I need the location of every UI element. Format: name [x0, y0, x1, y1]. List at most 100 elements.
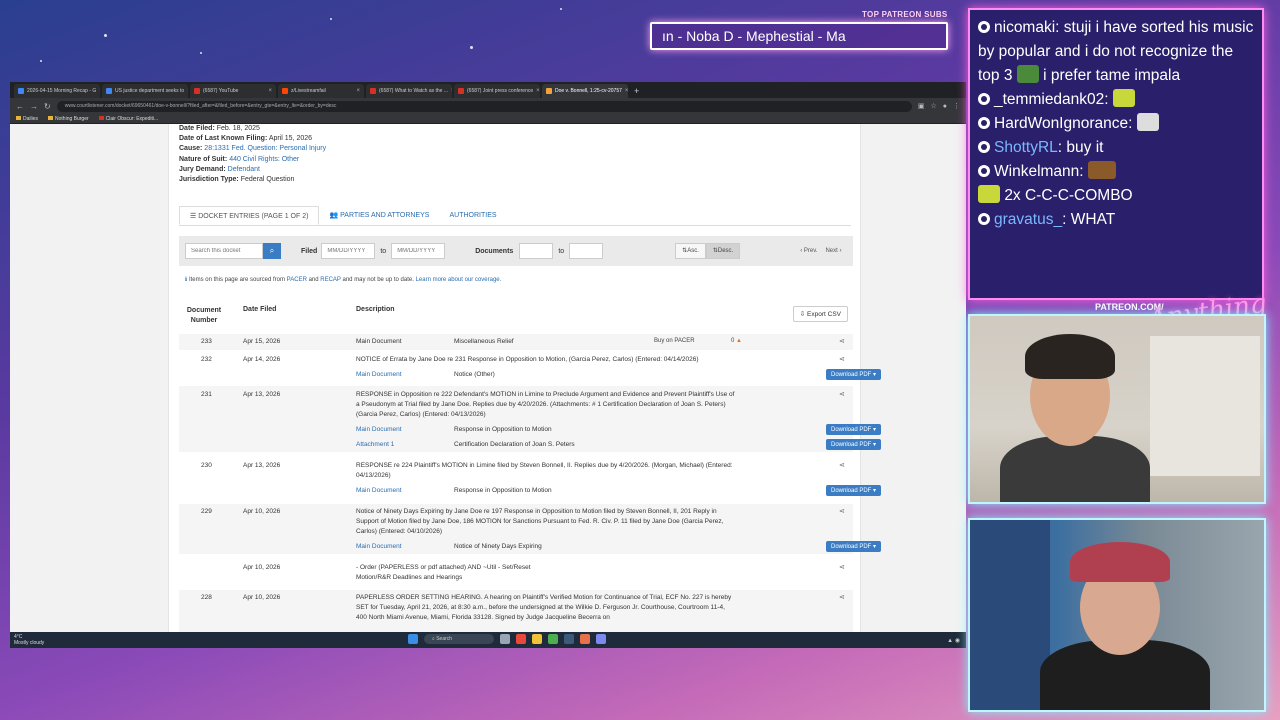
docket-search-input[interactable]: [185, 243, 263, 259]
file-explorer-icon[interactable]: [532, 634, 542, 644]
emote-icon: [1112, 89, 1135, 107]
new-tab-button[interactable]: +: [630, 84, 643, 98]
folder-icon: [48, 116, 54, 121]
document-entry: Main Document Response in Opposition to …: [356, 424, 882, 438]
browser-tab-active[interactable]: Doe v. Bonnell, 1:25-cv-20757 ×: [542, 84, 628, 98]
forward-arrow-icon[interactable]: →: [30, 102, 38, 111]
profile-icon[interactable]: ●: [943, 103, 947, 110]
close-tab-icon[interactable]: ×: [536, 84, 540, 98]
main-document-link[interactable]: Main Document: [356, 338, 402, 345]
close-tab-icon[interactable]: ×: [268, 84, 272, 98]
browser-tab[interactable]: z/Livestreamfail ×: [278, 84, 364, 98]
share-icon[interactable]: ⋖: [839, 563, 845, 571]
discord-icon[interactable]: [596, 634, 606, 644]
bookmark-item[interactable]: Clair Obscur: Expediti...: [98, 116, 158, 122]
reload-icon[interactable]: ↻: [44, 102, 51, 111]
main-document-link[interactable]: Main Document: [356, 371, 402, 378]
jury-link[interactable]: Defendant: [228, 166, 260, 173]
share-icon[interactable]: ⋖: [839, 461, 845, 469]
share-icon[interactable]: ⋖: [839, 355, 845, 363]
docket-filter-bar: ⌕ Filed to Documents to ⇅Asc. ⇅Desc. ‹ P…: [179, 236, 853, 266]
search-button[interactable]: ⌕: [263, 243, 281, 259]
date-filed: Apr 10, 2026: [243, 564, 281, 571]
taskbar-search[interactable]: ⌕ Search: [424, 634, 494, 644]
app-icon[interactable]: [580, 634, 590, 644]
sort-asc-button[interactable]: ⇅Asc.: [675, 243, 706, 259]
pacer-link[interactable]: PACER: [287, 277, 307, 283]
chat-badge-icon: [978, 213, 990, 225]
menu-dots-icon[interactable]: ⋮: [953, 102, 960, 110]
share-icon[interactable]: ⋖: [839, 507, 845, 515]
browser-tab[interactable]: 2026-04-15 Morning Recap - G×: [14, 84, 100, 98]
browser-tab[interactable]: (6587) YouTube ×: [190, 84, 276, 98]
prev-page-button[interactable]: ‹ Prev.: [796, 248, 821, 254]
chat-username: ShottyRL: [994, 139, 1058, 156]
table-row: 233 Apr 15, 2026 Main Document Miscellan…: [179, 334, 853, 350]
tab-docket-entries[interactable]: ☰ DOCKET ENTRIES (PAGE 1 OF 2): [179, 206, 320, 225]
system-tray[interactable]: ▲ ◉: [947, 637, 960, 644]
windows-start-icon[interactable]: [408, 634, 418, 644]
browser-tab[interactable]: (6587) Joint press conference ×: [454, 84, 540, 98]
browser-tab[interactable]: US justice department seeks to×: [102, 84, 188, 98]
filed-after-input[interactable]: [321, 243, 376, 259]
bookmark-star-icon[interactable]: ☆: [930, 102, 936, 110]
webcam-streamer: [968, 314, 1266, 504]
docket-subtabs: ☰ DOCKET ENTRIES (PAGE 1 OF 2) 👥 PARTIES…: [179, 206, 851, 226]
document-number: 231: [201, 391, 212, 398]
tab-parties-attorneys[interactable]: 👥 PARTIES AND ATTORNEYS: [319, 206, 439, 225]
nature-link[interactable]: 440 Civil Rights: Other: [229, 156, 299, 163]
close-tab-icon[interactable]: ×: [99, 84, 100, 98]
next-page-button[interactable]: Next ›: [821, 248, 845, 254]
close-tab-icon[interactable]: ×: [625, 84, 628, 98]
filed-before-input[interactable]: [391, 243, 446, 259]
main-document-link[interactable]: Main Document: [356, 426, 402, 433]
share-icon[interactable]: ⋖: [839, 593, 845, 601]
bookmark-item[interactable]: Nothing Burger: [48, 116, 89, 122]
documents-from-input[interactable]: [519, 243, 554, 259]
tab-authorities[interactable]: AUTHORITIES: [439, 206, 506, 225]
task-view-icon[interactable]: [500, 634, 510, 644]
extension-icon[interactable]: ▣: [918, 102, 925, 110]
close-tab-icon[interactable]: ×: [356, 84, 360, 98]
download-pdf-button[interactable]: Download PDF ▾: [826, 369, 882, 380]
shelf-background: [970, 520, 1050, 710]
last-filing-value: April 15, 2026: [268, 135, 313, 143]
weather-widget[interactable]: 4°C Mostly cloudy: [10, 634, 44, 646]
download-pdf-button[interactable]: Download PDF ▾: [826, 541, 882, 552]
face-emote-icon: [1136, 113, 1159, 131]
attachment-link[interactable]: Attachment 1: [356, 441, 394, 448]
chrome-icon[interactable]: [548, 634, 558, 644]
date-filed: Apr 13, 2026: [243, 391, 281, 398]
browser-icon[interactable]: [516, 634, 526, 644]
download-pdf-button[interactable]: Download PDF ▾: [826, 424, 882, 435]
sort-desc-button[interactable]: ⇅Desc.: [705, 243, 741, 259]
close-tab-icon[interactable]: ×: [187, 84, 188, 98]
bookmark-favicon-icon: [98, 116, 104, 121]
cause-link[interactable]: 28:1331 Fed. Question: Personal Injury: [204, 145, 326, 152]
buy-on-pacer-link[interactable]: Buy on PACER: [654, 338, 695, 344]
date-filed: Apr 10, 2026: [243, 594, 281, 601]
jurisdiction-value: Federal Question: [240, 176, 295, 184]
date-filed: Apr 15, 2026: [243, 338, 281, 345]
share-icon[interactable]: ⋖: [839, 390, 845, 398]
main-document-link[interactable]: Main Document: [356, 487, 402, 494]
steam-icon[interactable]: [564, 634, 574, 644]
close-tab-icon[interactable]: ×: [451, 84, 452, 98]
main-document-link[interactable]: Main Document: [356, 543, 402, 550]
top-patreon-subs-title: TOP PATREON SUBS: [862, 10, 948, 19]
learn-more-link[interactable]: Learn more about our coverage.: [416, 277, 502, 283]
download-pdf-button[interactable]: Download PDF ▾: [826, 485, 882, 496]
export-csv-button[interactable]: ⇩ Export CSV: [792, 306, 848, 322]
documents-to-input[interactable]: [569, 243, 604, 259]
streamer-hair: [1025, 334, 1115, 379]
browser-tab[interactable]: (6587) What to Watch as the ...×: [366, 84, 452, 98]
share-icon[interactable]: ⋖: [839, 337, 845, 345]
recap-link[interactable]: RECAP: [320, 277, 341, 283]
bookmark-item[interactable]: Dailies: [16, 116, 38, 122]
pepe-emote-icon: [1016, 65, 1039, 83]
url-field[interactable]: www.courtlistener.com/docket/69650461/do…: [56, 100, 912, 112]
tab-favicon-icon: [18, 88, 24, 94]
star-decoration: [560, 8, 562, 10]
download-pdf-button[interactable]: Download PDF ▾: [826, 439, 882, 450]
back-arrow-icon[interactable]: ←: [16, 102, 24, 111]
